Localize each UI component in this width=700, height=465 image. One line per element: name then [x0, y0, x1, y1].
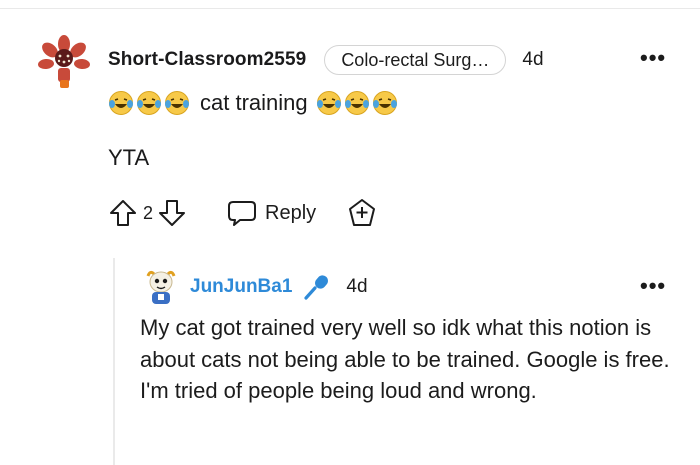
vote-count: 2 — [143, 202, 154, 223]
comment-body-line-2: YTA — [108, 145, 150, 170]
reply-user-avatar[interactable] — [140, 266, 182, 308]
downvote-icon[interactable] — [157, 198, 187, 228]
reply-button[interactable]: Reply — [227, 199, 316, 227]
laughing-tears-emoji-icon — [137, 91, 161, 115]
user-avatar[interactable] — [36, 34, 92, 90]
reply-header: JunJunBa1 4d — [190, 272, 368, 302]
laughing-tears-emoji-icon — [344, 91, 369, 115]
laughing-tears-emoji-icon — [372, 91, 397, 115]
comment-text: cat training — [200, 90, 308, 115]
top-divider — [0, 8, 700, 9]
user-flair: Colo-rectal Surg… — [324, 45, 507, 75]
laughing-tears-emoji-icon — [316, 91, 341, 115]
reply-more-options-button[interactable]: ••• — [640, 275, 666, 297]
comment-username[interactable]: Short-Classroom2559 — [108, 49, 306, 71]
reply-username[interactable]: JunJunBa1 — [190, 276, 292, 298]
comment-body-line-1: cat training — [108, 86, 400, 120]
avatar-demogorgon-icon — [37, 35, 91, 89]
award-button[interactable] — [346, 197, 378, 229]
avatar-cartoon-icon — [141, 267, 181, 307]
microphone-icon — [302, 272, 332, 302]
comment-more-options-button[interactable]: ••• — [640, 47, 666, 69]
speech-bubble-icon — [228, 201, 257, 226]
comment-header: Short-Classroom2559 Colo-rectal Surg… 4d — [108, 44, 544, 76]
laughing-tears-emoji-icon — [109, 91, 133, 115]
comment-actions: 2 Reply — [108, 196, 378, 230]
comment-timestamp[interactable]: 4d — [522, 49, 543, 71]
upvote-icon[interactable] — [108, 198, 138, 228]
reply-timestamp[interactable]: 4d — [346, 276, 367, 298]
thread-line[interactable] — [113, 258, 115, 465]
reply-label: Reply — [265, 201, 317, 224]
award-icon — [349, 199, 376, 226]
reply-body: My cat got trained very well so idk what… — [140, 315, 670, 403]
laughing-tears-emoji-icon — [165, 91, 189, 115]
